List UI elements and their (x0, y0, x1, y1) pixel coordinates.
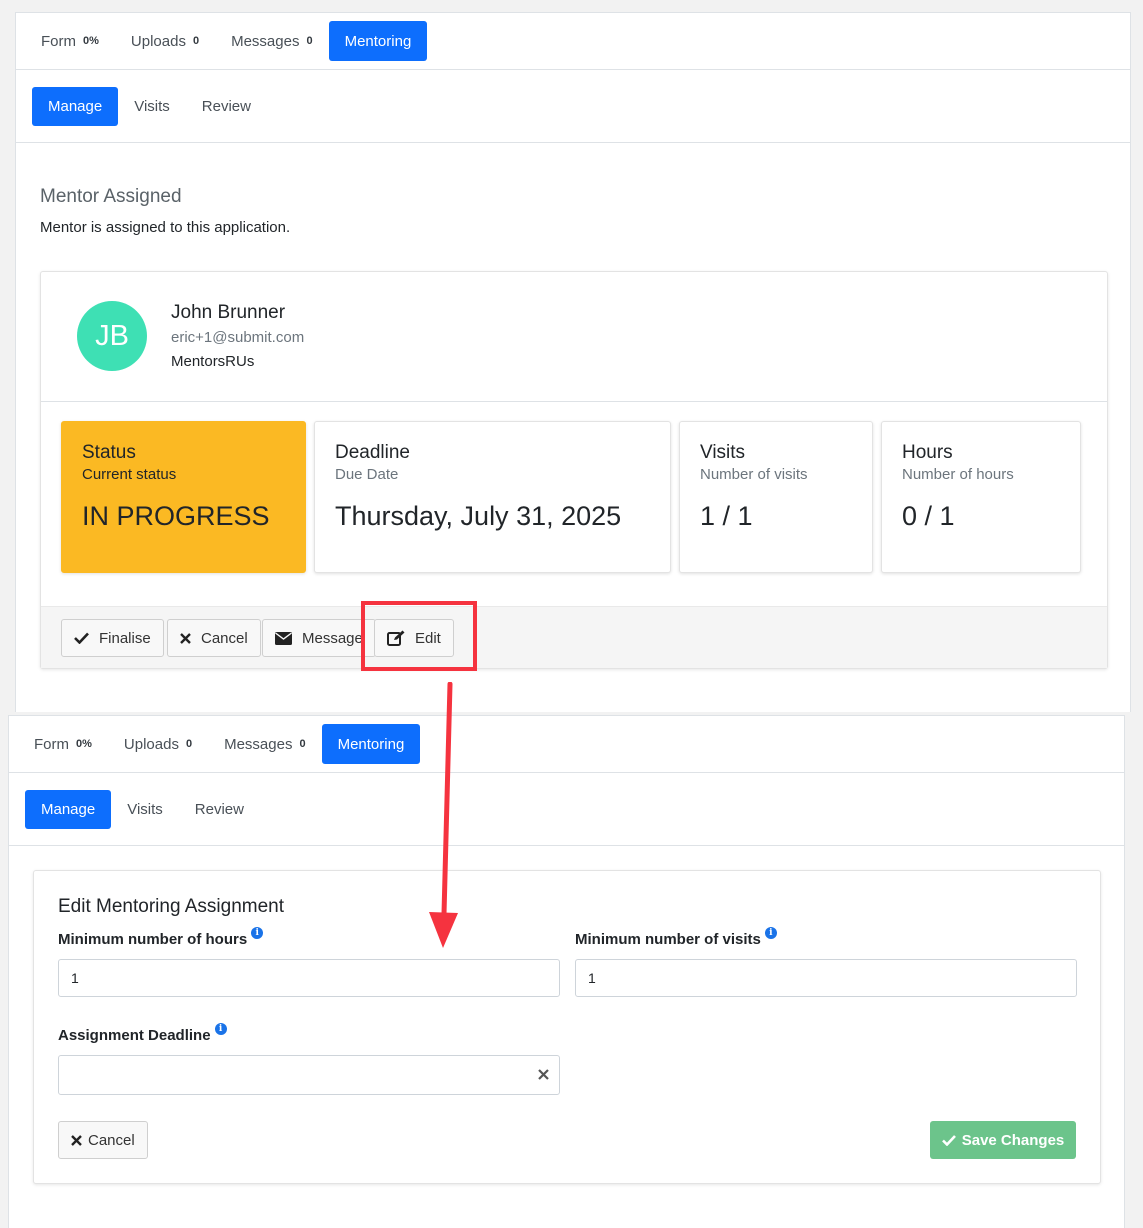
subtab-visits[interactable]: Visits (111, 790, 179, 829)
tab-label: Form (41, 32, 76, 50)
button-label: Cancel (88, 1131, 135, 1149)
mentoring-panel-after: Form 0% Uploads 0 Messages 0 Mentoring Mana… (8, 715, 1125, 1228)
stat-sublabel: Due Date (335, 466, 399, 483)
button-label: Cancel (201, 629, 248, 647)
tab-label: Mentoring (344, 32, 412, 50)
label-text: Minimum number of hours (58, 931, 248, 948)
stat-value: Thursday, July 31, 2025 (335, 501, 622, 531)
tab-label: Form (34, 735, 69, 753)
mentor-card: JB John Brunner eric+1@submit.com Mentor… (40, 271, 1108, 669)
tab-form[interactable]: Form 0% (18, 724, 108, 764)
info-icon[interactable]: i (214, 1023, 227, 1035)
subtab-review[interactable]: Review (179, 790, 260, 829)
stat-value: IN PROGRESS (82, 501, 270, 531)
edit-assignment-card: Edit Mentoring Assignment Minimum number… (33, 870, 1101, 1184)
stat-value: 1 / 1 (700, 501, 753, 531)
form-title: Edit Mentoring Assignment (58, 896, 285, 917)
tab-messages[interactable]: Messages 0 (208, 724, 322, 764)
tab-uploads[interactable]: Uploads 0 (108, 724, 208, 764)
stat-label: Deadline (335, 442, 410, 463)
subtab-manage[interactable]: Manage (25, 789, 112, 829)
min-visits-input[interactable]: 1 (575, 959, 1077, 997)
tab-messages[interactable]: Messages 0 (215, 21, 329, 61)
finalise-button[interactable]: Finalise (61, 619, 164, 657)
x-icon (180, 632, 191, 644)
deadline-label: Assignment Deadline i (58, 1023, 227, 1044)
mentor-email: eric+1@submit.com (171, 329, 305, 346)
sub-tabs: Manage Visits Review (16, 70, 1130, 143)
info-icon[interactable]: i (251, 927, 264, 939)
tab-label: Mentoring (337, 735, 405, 753)
edit-highlight-box (361, 601, 477, 671)
tab-form[interactable]: Form 0% (25, 21, 115, 61)
x-icon (71, 1134, 82, 1146)
section-title: Mentor Assigned (40, 186, 182, 207)
tab-count: 0 (185, 738, 193, 750)
button-label: Message (302, 629, 363, 647)
hours-stat: Hours Number of hours 0 / 1 (881, 421, 1081, 573)
visits-label: Minimum number of visits i (575, 927, 777, 948)
label-text: Assignment Deadline (58, 1027, 211, 1044)
button-label: Save Changes (961, 1131, 1065, 1149)
tab-mentoring[interactable]: Mentoring (328, 21, 428, 61)
avatar: JB (77, 301, 147, 371)
stat-sublabel: Current status (82, 466, 177, 483)
tab-count: 0% (83, 35, 99, 47)
envelope-icon (275, 631, 292, 645)
tab-count: 0 (299, 738, 306, 750)
cancel-button[interactable]: Cancel (58, 1121, 148, 1159)
clear-icon[interactable] (538, 1066, 549, 1083)
stat-label: Hours (902, 442, 953, 463)
status-stat: Status Current status IN PROGRESS (61, 421, 306, 573)
mentor-organization: MentorsRUs (171, 353, 255, 370)
visits-stat: Visits Number of visits 1 / 1 (679, 421, 873, 573)
annotation-arrow-icon (429, 682, 458, 948)
tab-count: 0 (192, 35, 200, 47)
main-tabs: Form 0% Uploads 0 Messages 0 Mentoring (16, 13, 1130, 70)
info-icon[interactable]: i (764, 927, 777, 939)
tab-count: 0% (76, 738, 92, 750)
deadline-input[interactable] (58, 1055, 560, 1095)
check-icon (941, 1134, 956, 1146)
tab-count: 0 (306, 35, 313, 47)
stat-value: 0 / 1 (902, 501, 955, 531)
subtab-review[interactable]: Review (186, 87, 267, 126)
message-button[interactable]: Message (262, 619, 376, 657)
section-description: Mentor is assigned to this application. (40, 219, 291, 236)
hours-label: Minimum number of hours i (58, 927, 264, 948)
stat-label: Status (82, 442, 136, 463)
subtab-manage[interactable]: Manage (32, 86, 119, 126)
tab-label: Uploads (123, 735, 179, 753)
main-tabs: Form 0% Uploads 0 Messages 0 Mentoring (9, 716, 1124, 773)
mentor-name: John Brunner (171, 302, 286, 323)
stat-sublabel: Number of visits (700, 466, 808, 483)
stat-label: Visits (700, 442, 746, 463)
deadline-stat: Deadline Due Date Thursday, July 31, 202… (314, 421, 671, 573)
mentoring-panel-before: Form 0% Uploads 0 Messages 0 Mentoring Mana… (15, 12, 1131, 712)
min-hours-input[interactable]: 1 (58, 959, 560, 997)
button-label: Finalise (99, 629, 151, 647)
stat-sublabel: Number of hours (902, 466, 1014, 483)
card-footer: Finalise Cancel Message Edit (41, 606, 1107, 668)
tab-label: Messages (231, 32, 300, 50)
subtab-visits[interactable]: Visits (118, 87, 186, 126)
tab-uploads[interactable]: Uploads 0 (115, 21, 215, 61)
card-divider (41, 401, 1107, 402)
tab-label: Uploads (130, 32, 186, 50)
cancel-button[interactable]: Cancel (167, 619, 261, 657)
tab-label: Messages (224, 735, 293, 753)
tab-mentoring[interactable]: Mentoring (321, 724, 421, 764)
check-icon (74, 632, 89, 644)
label-text: Minimum number of visits (575, 931, 761, 948)
save-changes-button[interactable]: Save Changes (930, 1121, 1076, 1159)
sub-tabs: Manage Visits Review (9, 773, 1124, 846)
